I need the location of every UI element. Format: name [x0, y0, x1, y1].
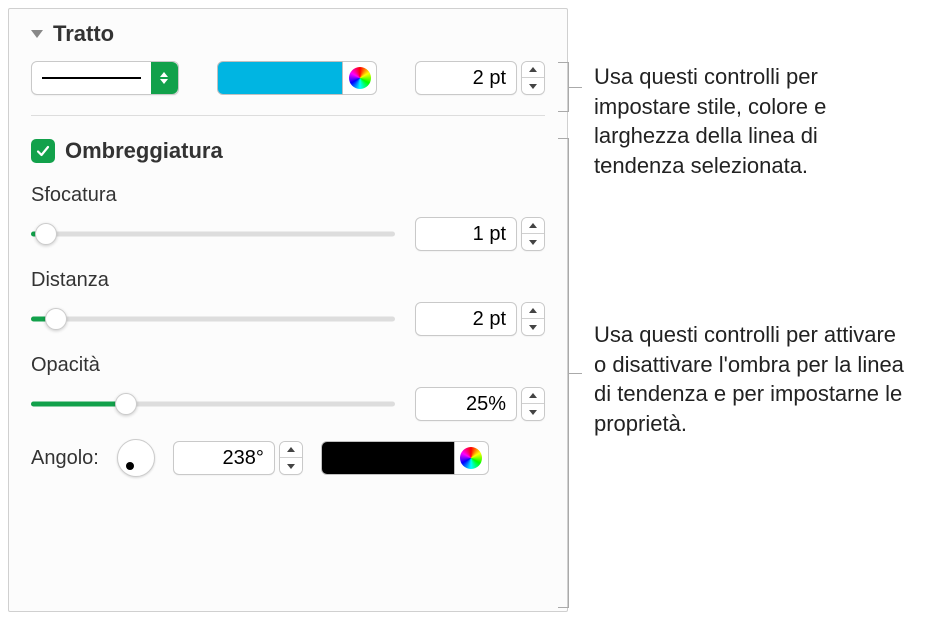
blur-slider[interactable] [31, 223, 395, 245]
stroke-width-input[interactable] [415, 61, 517, 95]
callout-shadow: Usa questi controlli per attivare o disa… [594, 320, 912, 439]
angle-input[interactable] [173, 441, 275, 475]
angle-label: Angolo: [31, 447, 99, 470]
offset-input[interactable] [415, 302, 517, 336]
stroke-style-select[interactable] [31, 61, 179, 95]
step-down-button[interactable] [522, 404, 544, 420]
blur-stepper [415, 217, 545, 251]
angle-dial[interactable] [117, 439, 155, 477]
chevron-down-icon [31, 30, 43, 38]
stroke-color-well [217, 61, 377, 95]
dropdown-button[interactable] [151, 62, 178, 94]
blur-label: Sfocatura [31, 184, 545, 207]
stroke-header[interactable]: Tratto [31, 21, 545, 47]
color-wheel-icon [460, 447, 482, 469]
opacity-slider[interactable] [31, 393, 395, 415]
offset-group: Distanza [31, 269, 545, 336]
opacity-stepper [415, 387, 545, 421]
step-down-button[interactable] [280, 458, 302, 474]
angle-stepper [173, 441, 303, 475]
shadow-color-swatch[interactable] [321, 441, 455, 475]
step-up-button[interactable] [522, 218, 544, 234]
shadow-color-well [321, 441, 489, 475]
step-down-button[interactable] [522, 234, 544, 250]
stroke-width-stepper [415, 61, 545, 95]
opacity-group: Opacità [31, 354, 545, 421]
color-picker-button[interactable] [343, 61, 377, 95]
shadow-checkbox-row: Ombreggiatura [31, 138, 545, 164]
blur-group: Sfocatura [31, 184, 545, 251]
shadow-label: Ombreggiatura [65, 138, 223, 164]
offset-slider[interactable] [31, 308, 395, 330]
color-wheel-icon [349, 67, 371, 89]
bracket-icon [568, 138, 569, 608]
line-sample-icon [42, 77, 141, 79]
step-up-button[interactable] [522, 62, 544, 78]
shadow-checkbox[interactable] [31, 139, 55, 163]
bracket-icon [568, 62, 569, 112]
blur-input[interactable] [415, 217, 517, 251]
step-up-button[interactable] [522, 388, 544, 404]
step-down-button[interactable] [522, 78, 544, 94]
step-up-button[interactable] [280, 442, 302, 458]
opacity-input[interactable] [415, 387, 517, 421]
angle-row: Angolo: [31, 439, 545, 477]
offset-label: Distanza [31, 269, 545, 292]
stroke-title: Tratto [53, 21, 114, 47]
step-up-button[interactable] [522, 303, 544, 319]
stepper-buttons [521, 61, 545, 95]
step-down-button[interactable] [522, 319, 544, 335]
color-picker-button[interactable] [455, 441, 489, 475]
stroke-controls-row [31, 61, 545, 95]
opacity-label: Opacità [31, 354, 545, 377]
stroke-color-swatch[interactable] [217, 61, 343, 95]
offset-stepper [415, 302, 545, 336]
inspector-panel: Tratto Ombreggiatura [8, 8, 568, 612]
divider [31, 115, 545, 116]
callout-stroke: Usa questi controlli per impostare stile… [594, 62, 912, 181]
